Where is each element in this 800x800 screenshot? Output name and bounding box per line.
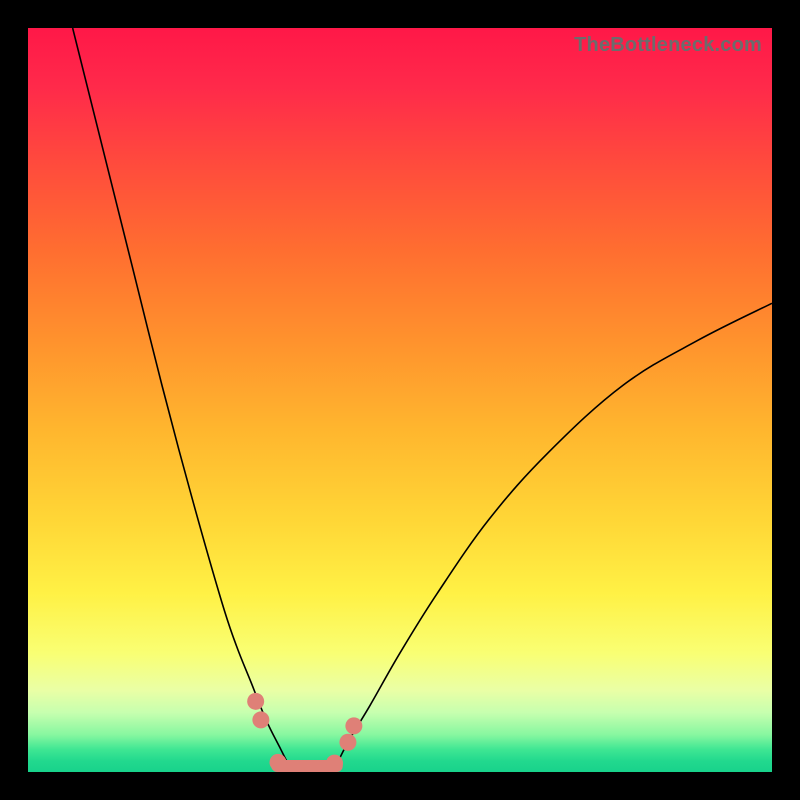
plot-area: TheBottleneck.com xyxy=(28,28,772,772)
data-marker xyxy=(252,711,269,728)
data-marker xyxy=(247,693,264,710)
chart-svg xyxy=(28,28,772,772)
data-marker xyxy=(326,755,343,772)
stage: TheBottleneck.com xyxy=(0,0,800,800)
right-curve xyxy=(333,303,772,772)
data-marker xyxy=(345,717,362,734)
left-curve xyxy=(73,28,292,772)
data-marker xyxy=(339,734,356,751)
data-marker xyxy=(269,754,286,771)
